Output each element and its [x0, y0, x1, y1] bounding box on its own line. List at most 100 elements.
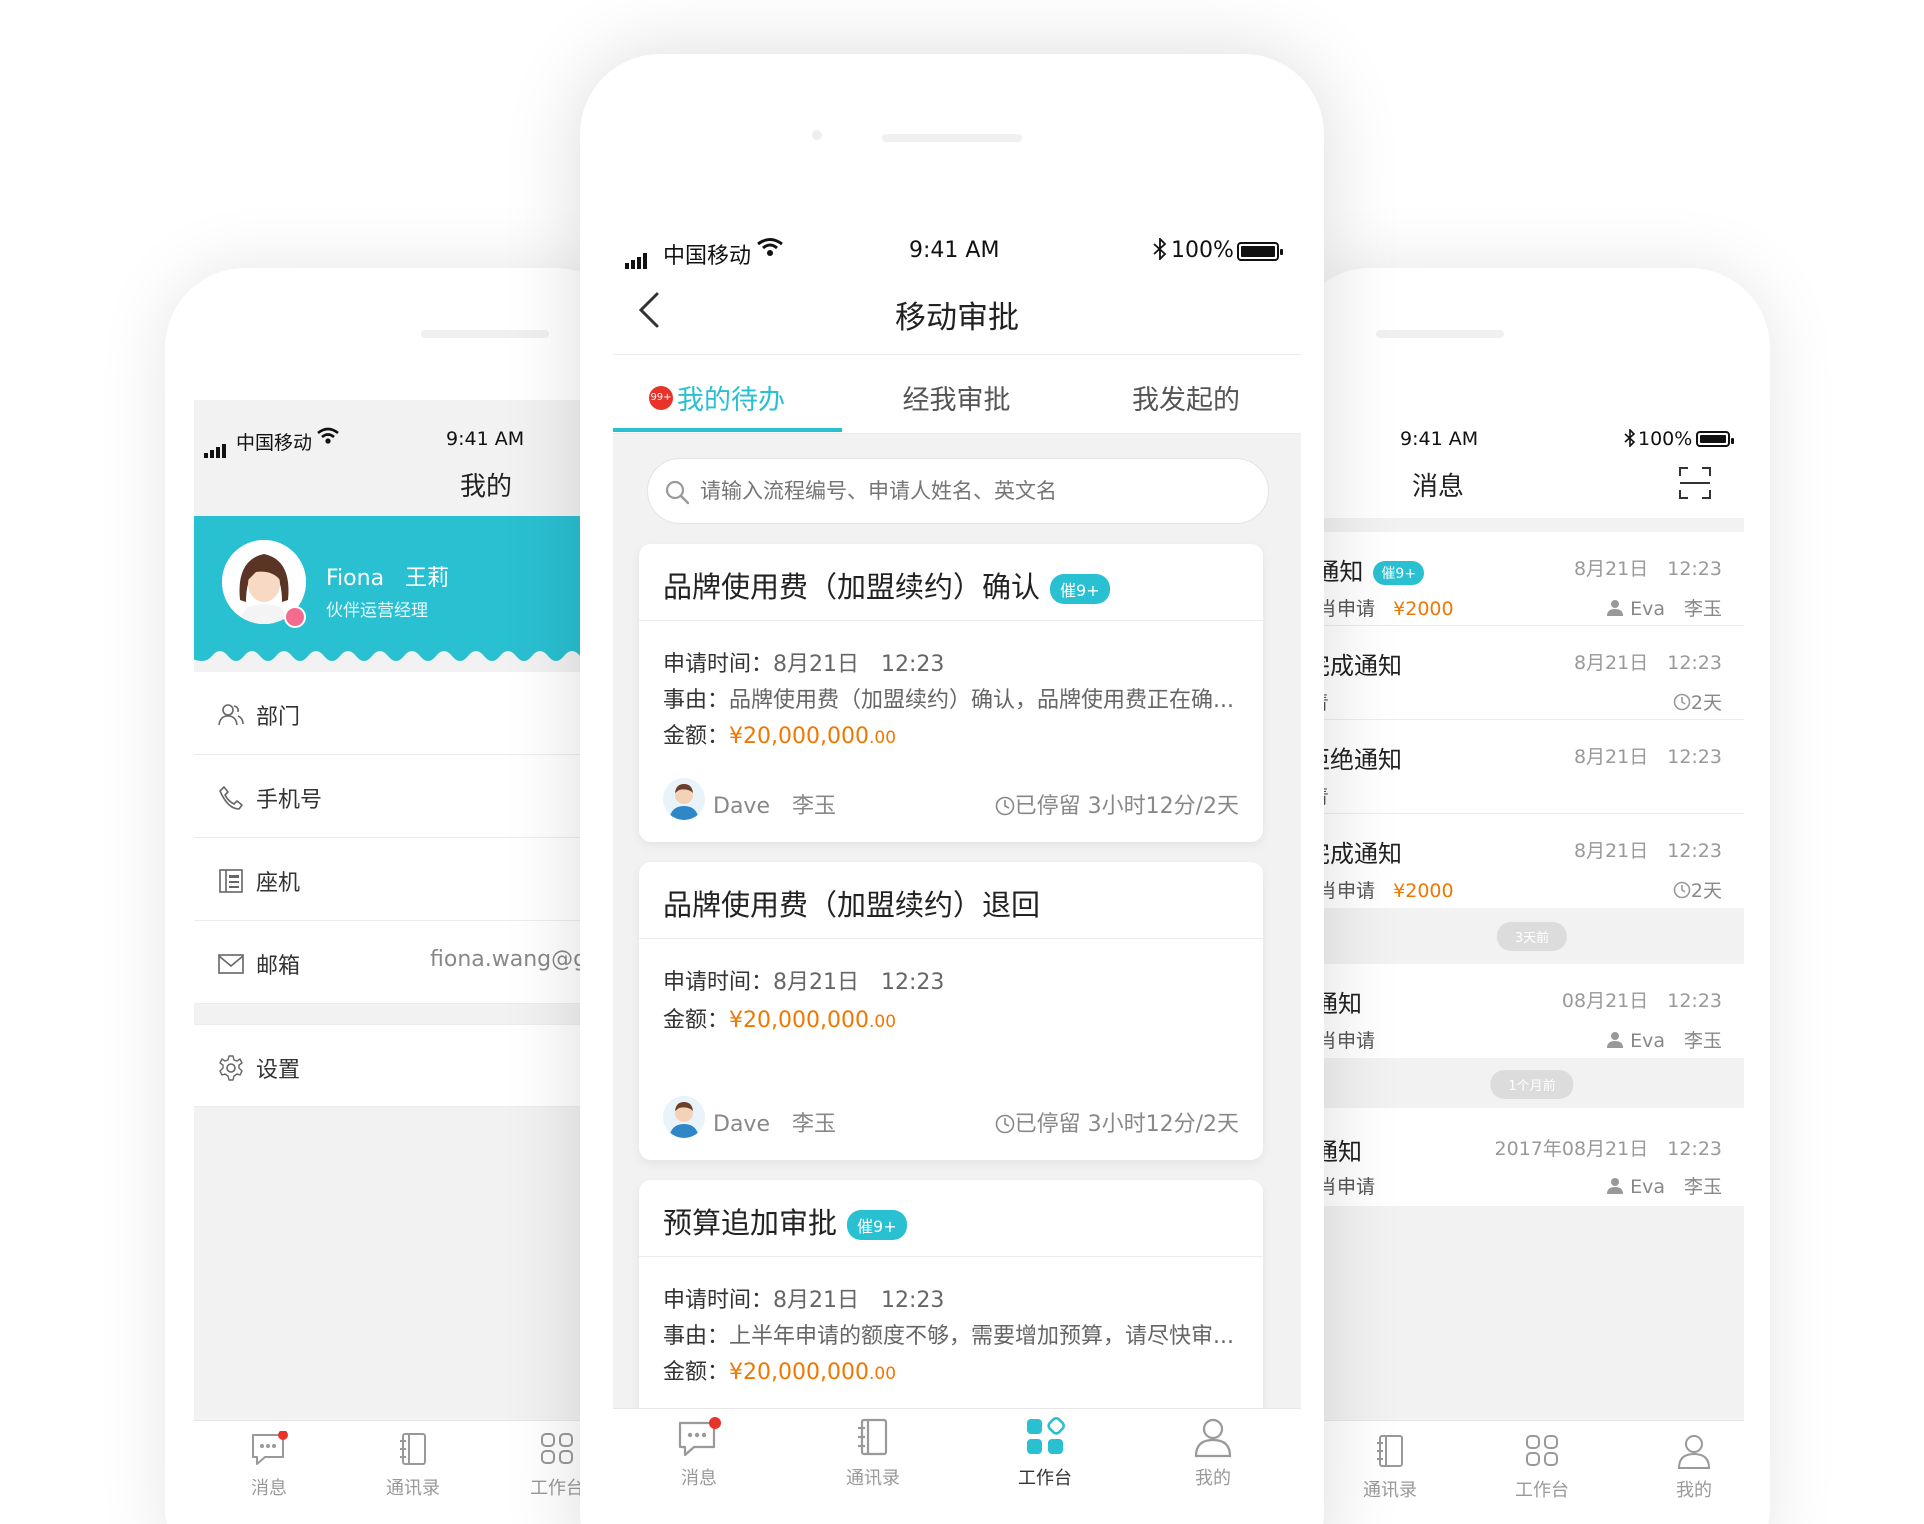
- mockup-stage: 中国移动 9:41 AM 我的 Fiona 王莉 伙伴运营经理 部门 手机号 座…: [0, 0, 1924, 1524]
- name-cn: 王莉: [405, 566, 450, 591]
- urge-badge: 催9+: [1050, 574, 1110, 604]
- applicant: Dave 李玉: [713, 794, 836, 819]
- bluetooth-icon: [1153, 236, 1167, 266]
- row-label: 设置: [256, 1058, 301, 1083]
- reason: 事由：上半年申请的额度不够，需要增加预算，请尽快审...: [663, 1324, 1234, 1349]
- tab-workbench[interactable]: 工作台: [1502, 1433, 1582, 1502]
- scan-icon[interactable]: [1678, 466, 1712, 500]
- message-item[interactable]: 完成通知 8月21日 12:23 肖申请 ¥2000 2天: [1320, 814, 1744, 908]
- page-title: 我的: [460, 472, 513, 502]
- avatar-badge-icon: [284, 606, 306, 628]
- message-icon: [252, 1430, 288, 1465]
- wifi-icon: [316, 426, 340, 452]
- search-input[interactable]: [700, 471, 1240, 511]
- time-separator: 1个月前: [1320, 1058, 1744, 1108]
- contacts-icon: [400, 1433, 426, 1465]
- message-item[interactable]: 通知 2017年08月21日 12:23 肖申请 Eva 李玉: [1320, 1108, 1744, 1206]
- speaker-grille: [421, 330, 549, 338]
- time-separator: 3天前: [1320, 908, 1744, 964]
- message-date: 2017年08月21日 12:23: [1494, 1138, 1722, 1160]
- message-date: 08月21日 12:23: [1561, 990, 1722, 1012]
- mail-icon: [218, 954, 244, 974]
- tab-label: 通讯录: [1363, 1480, 1417, 1501]
- search-icon: [665, 480, 690, 505]
- row-settings[interactable]: 设置: [194, 1024, 580, 1107]
- profile-banner[interactable]: Fiona 王莉 伙伴运营经理: [194, 516, 580, 672]
- status-time: 9:41 AM: [1400, 428, 1479, 450]
- user-icon: [1194, 1418, 1232, 1458]
- row-landline[interactable]: 座机: [194, 838, 580, 921]
- bluetooth-icon: [1624, 428, 1636, 453]
- contacts-icon: [858, 1418, 888, 1456]
- profile-name: Fiona 王莉: [326, 560, 449, 592]
- row-label: 邮箱: [256, 954, 301, 979]
- row-phone[interactable]: 手机号: [194, 755, 580, 838]
- card-divider: [639, 1256, 1263, 1257]
- separator-label: 1个月前: [1490, 1070, 1574, 1099]
- active-tab-indicator: [613, 428, 842, 432]
- name-en: Fiona: [326, 566, 385, 591]
- message-icon: [678, 1417, 721, 1457]
- status-time: 9:41 AM: [909, 238, 1000, 263]
- approval-card[interactable]: 品牌使用费（加盟续约）退回 申请时间：8月21日 12:23 金额：¥20,00…: [639, 862, 1263, 1160]
- contacts-icon: [1377, 1435, 1403, 1467]
- message-sub: 肖申请: [1320, 1030, 1376, 1052]
- header-divider: [613, 354, 1301, 355]
- tab-label: 我的待办: [677, 385, 785, 416]
- message-sub: 肖申请 ¥2000: [1320, 598, 1454, 620]
- user-icon: [1677, 1435, 1711, 1469]
- battery-icon: [1237, 242, 1283, 261]
- message-meta: 2天: [1673, 876, 1722, 903]
- avatar: [663, 778, 705, 820]
- row-department[interactable]: 部门: [194, 672, 580, 755]
- applicant: Dave 李玉: [713, 1112, 836, 1137]
- tab-label: 我发起的: [1132, 385, 1240, 416]
- tab-my-todo[interactable]: 99+ 我的待办: [613, 358, 842, 432]
- row-email[interactable]: 邮箱 fiona.wang@g: [194, 921, 580, 1004]
- battery-label: 100%: [1171, 238, 1234, 263]
- tab-me[interactable]: 我的: [1177, 1417, 1249, 1490]
- message-item[interactable]: t通知催9+ 8月21日 12:23 肖申请 ¥2000 Eva 李玉: [1320, 532, 1744, 626]
- tab-label: 消息: [251, 1478, 287, 1499]
- message-item[interactable]: 拒绝通知 8月21日 12:23 青: [1320, 720, 1744, 814]
- gear-icon: [219, 1055, 243, 1081]
- reason: 事由：品牌使用费（加盟续约）确认，品牌使用费正在确...: [663, 688, 1234, 713]
- message-meta: Eva 李玉: [1606, 1172, 1722, 1199]
- message-meta: Eva 李玉: [1606, 1026, 1722, 1053]
- status-bar: 中国移动 9:41 AM 100%: [613, 232, 1301, 272]
- tab-contacts[interactable]: 通讯录: [378, 1431, 448, 1500]
- tab-messages[interactable]: 消息: [663, 1417, 735, 1490]
- search-box[interactable]: [647, 458, 1269, 524]
- page-title: 移动审批: [895, 300, 1019, 336]
- count-badge: 99+: [649, 386, 673, 410]
- tab-workbench[interactable]: 工作台: [522, 1431, 580, 1500]
- message-title: t通知催9+: [1320, 552, 1425, 587]
- message-title: 完成通知: [1320, 840, 1402, 868]
- message-item[interactable]: 完成通知 8月21日 12:23 青 2天: [1320, 626, 1744, 720]
- message-date: 8月21日 12:23: [1573, 840, 1722, 862]
- message-title: 完成通知: [1320, 652, 1402, 680]
- message-title: 拒绝通知: [1320, 746, 1402, 774]
- email-value: fiona.wang@g: [430, 947, 580, 972]
- card-title: 预算追加审批 催9+: [663, 1200, 907, 1242]
- tab-me[interactable]: 我的: [1654, 1433, 1734, 1502]
- tab-workbench[interactable]: 工作台: [1005, 1416, 1085, 1490]
- urge-badge: 催9+: [847, 1210, 907, 1240]
- tab-approved-by-me[interactable]: 经我审批: [842, 358, 1071, 432]
- tab-contacts[interactable]: 通讯录: [833, 1417, 913, 1490]
- workbench-icon: [1526, 1435, 1558, 1466]
- tab-label: 工作台: [1018, 1468, 1072, 1489]
- landline-icon: [219, 869, 243, 893]
- tab-messages[interactable]: 消息: [234, 1430, 304, 1500]
- message-item[interactable]: 通知 08月21日 12:23 肖申请 Eva 李玉: [1320, 964, 1744, 1058]
- message-sub: 肖申请 ¥2000: [1320, 880, 1454, 902]
- clock-icon: [1673, 693, 1691, 711]
- workbench-icon: [1027, 1416, 1066, 1454]
- tab-initiated-by-me[interactable]: 我发起的: [1071, 358, 1301, 432]
- tab-contacts[interactable]: 通讯录: [1350, 1433, 1430, 1502]
- tab-bar: 消息 通讯录 工作台 我的: [613, 1408, 1301, 1524]
- approval-card[interactable]: 预算追加审批 催9+ 申请时间：8月21日 12:23 事由：上半年申请的额度不够…: [639, 1180, 1263, 1420]
- apply-time: 申请时间：8月21日 12:23: [663, 1288, 945, 1313]
- person-icon: [1607, 1032, 1624, 1048]
- approval-card[interactable]: 品牌使用费（加盟续约）确认 催9+ 申请时间：8月21日 12:23 事由：品牌使…: [639, 544, 1263, 842]
